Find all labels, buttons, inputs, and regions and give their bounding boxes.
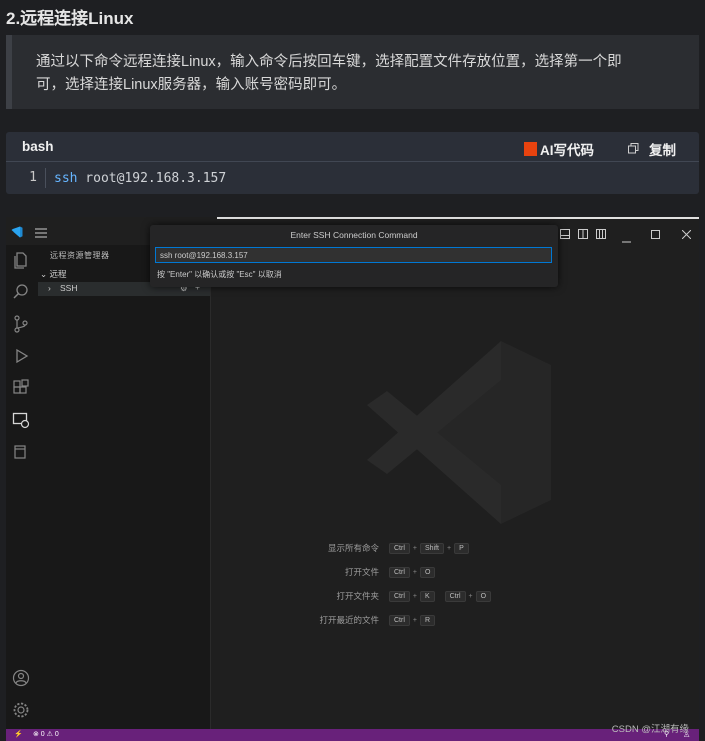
line-number: 1 (6, 168, 46, 188)
close-icon[interactable] (681, 226, 692, 244)
top-highlight-strip (217, 217, 699, 219)
remote-explorer-sidebar: 远程资源管理器 ⌄ 远程 › SSH ⚙ + (38, 245, 211, 729)
code-arguments: root@192.168.3.157 (77, 170, 227, 186)
account-icon[interactable] (12, 669, 32, 689)
key: K (419, 590, 435, 602)
split-editor-icon[interactable] (578, 226, 588, 244)
code-line: 1 ssh root@192.168.3.157 (6, 162, 699, 194)
key: O (475, 590, 492, 602)
source-control-icon[interactable] (12, 315, 32, 335)
shortcut-label: 打开文件夹 (336, 591, 379, 601)
ssh-command-input[interactable] (155, 247, 552, 263)
shortcut-label: 打开最近的文件 (319, 615, 379, 625)
remote-section-header[interactable]: ⌄ 远程 (40, 268, 67, 280)
search-icon[interactable] (12, 283, 32, 303)
settings-gear-icon[interactable] (12, 701, 32, 721)
ai-write-code-label: AI写代码 (540, 143, 594, 158)
activity-bar (6, 245, 39, 729)
code-block-header: bash AI写代码 复制 (6, 132, 699, 162)
shortcut-row: 打开文件 Ctrl + O (304, 566, 437, 578)
layout-toggle-icon[interactable] (560, 226, 570, 244)
ssh-command-quickpick: Enter SSH Connection Command 按 "Enter" 以… (150, 225, 558, 287)
sidebar-title: 远程资源管理器 (50, 251, 110, 260)
copy-icon (628, 142, 639, 157)
code-keyword: ssh (54, 170, 78, 186)
status-bar: ⚡ ⊗ 0 ⚠ 0 ⚲ ◬ (6, 729, 699, 741)
description-line-1: 通过以下命令远程连接Linux，输入命令后按回车键，选择配置文件存放位置，选择第… (36, 54, 622, 70)
section-heading: 2.远程连接Linux (6, 9, 134, 28)
remote-explorer-icon[interactable] (12, 411, 32, 431)
shortcut-row: 显示所有命令 Ctrl + Shift + P (304, 542, 471, 554)
customize-layout-icon[interactable] (596, 226, 606, 244)
key: Ctrl (389, 566, 410, 578)
chevron-down-icon: ⌄ (40, 269, 48, 279)
shortcut-label: 打开文件 (344, 567, 379, 577)
description-line-2: 可，选择连接Linux服务器，输入账号密码即可。 (36, 77, 347, 93)
key: O (419, 566, 436, 578)
key: Ctrl (389, 542, 410, 554)
code-text[interactable]: ssh root@192.168.3.157 (46, 171, 226, 186)
quickpick-title: Enter SSH Connection Command (290, 230, 418, 240)
key: Ctrl (389, 590, 410, 602)
editor-area (211, 245, 699, 729)
copy-label: 复制 (649, 143, 676, 158)
code-language-label: bash (22, 139, 54, 154)
vscode-logo-icon (11, 225, 23, 243)
maximize-icon[interactable] (651, 226, 660, 244)
remote-indicator-icon[interactable]: ⚡ (14, 730, 23, 738)
shortcut-row: 打开文件夹 Ctrl + K Ctrl + O (304, 590, 493, 602)
key: R (419, 614, 436, 626)
key: Ctrl (389, 614, 410, 626)
shortcut-row: 打开最近的文件 Ctrl + R (304, 614, 437, 626)
csdn-watermark: CSDN @江湖有缘 (611, 724, 689, 735)
key: Shift (419, 542, 444, 554)
problems-indicator[interactable]: ⊗ 0 ⚠ 0 (33, 730, 59, 738)
ssh-item-label: SSH (60, 283, 78, 293)
extensions-icon[interactable] (12, 379, 32, 399)
menu-icon[interactable] (35, 225, 47, 243)
code-block: bash AI写代码 复制 1 ssh root@192.168.3.157 (6, 132, 699, 194)
vscode-watermark-logo (361, 335, 556, 535)
key: Ctrl (444, 590, 466, 602)
vscode-screenshot: 远程资源管理器 ⌄ 远程 › SSH ⚙ + Enter SSH Connect… (6, 217, 699, 741)
description-blockquote: 通过以下命令远程连接Linux，输入命令后按回车键，选择配置文件存放位置，选择第… (6, 35, 699, 109)
ai-write-code-button[interactable]: AI写代码 (524, 139, 594, 159)
run-debug-icon[interactable] (12, 347, 32, 367)
remote-window-icon[interactable] (12, 443, 32, 463)
chevron-right-icon: › (48, 283, 51, 293)
copy-button[interactable]: 复制 (628, 139, 676, 159)
shortcut-label: 显示所有命令 (327, 543, 379, 553)
remote-section-label: 远程 (49, 269, 67, 279)
quickpick-hint: 按 "Enter" 以确认或按 "Esc" 以取消 (157, 270, 282, 279)
explorer-icon[interactable] (12, 251, 32, 271)
ai-icon (524, 142, 537, 156)
key: P (454, 542, 469, 554)
